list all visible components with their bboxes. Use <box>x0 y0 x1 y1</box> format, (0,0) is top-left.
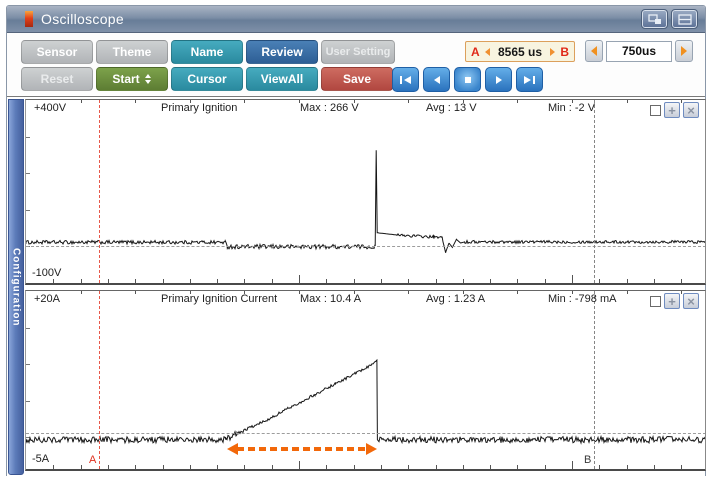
start-button[interactable]: Start <box>96 67 168 91</box>
zero-reference-line <box>26 246 705 247</box>
timebase-increase-button[interactable] <box>675 40 693 62</box>
channel-panel-primary-ignition-current: A B +20A Primary Ignition Current Max : … <box>25 290 706 471</box>
skip-to-end-icon <box>524 75 535 84</box>
channel-close-button[interactable]: × <box>683 293 699 309</box>
channel-zoom-button[interactable]: + <box>664 102 680 118</box>
window-minimize-button[interactable] <box>671 9 698 29</box>
triangle-left-icon <box>591 46 597 56</box>
stat-min: Min : -798 mA <box>548 293 617 305</box>
viewall-button[interactable]: ViewAll <box>246 67 318 91</box>
playback-prev-button[interactable] <box>423 67 450 92</box>
minimize-icon <box>677 13 692 25</box>
channel-title: Primary Ignition <box>161 102 238 114</box>
channel-controls: + × <box>650 293 699 309</box>
waveform-primary-ignition <box>26 150 705 253</box>
app-icon <box>25 11 33 27</box>
zero-reference-line <box>26 433 705 434</box>
channel-controls: + × <box>650 102 699 118</box>
stat-min: Min : -2 V <box>548 102 596 114</box>
theme-button[interactable]: Theme <box>96 40 168 64</box>
toolbar-row-2: Reset Start Cursor ViewAll Save <box>21 67 393 91</box>
cursor-b-label: B <box>560 44 569 59</box>
window-buttons <box>641 9 705 29</box>
window-arrange-button[interactable] <box>641 9 668 29</box>
spinner-up-down-icon <box>144 74 151 84</box>
stop-icon <box>464 76 471 83</box>
titlebar: Oscilloscope <box>7 6 705 33</box>
scale-bottom-label: -100V <box>32 267 62 279</box>
stat-avg: Avg : 13 V <box>426 102 477 114</box>
channel-zoom-button[interactable]: + <box>664 293 680 309</box>
save-button[interactable]: Save <box>321 67 393 91</box>
scale-bottom-label: -5A <box>32 453 50 465</box>
play-icon <box>495 75 502 84</box>
playback-last-button[interactable] <box>516 67 543 92</box>
cursor-b-line[interactable] <box>594 291 595 469</box>
stat-max: Max : 266 V <box>300 102 359 114</box>
scale-top-label: +20A <box>34 293 60 305</box>
skip-to-start-icon <box>400 75 411 84</box>
step-back-icon <box>433 75 440 84</box>
scale-top-label: +400V <box>34 102 67 114</box>
arrow-right-icon <box>550 47 556 56</box>
window-title: Oscilloscope <box>41 11 124 27</box>
scope-area: Configuration +400V Primary Ignition Max… <box>7 96 706 477</box>
cursor-a-tag: A <box>89 454 97 466</box>
timebase-control: 750us <box>585 40 693 62</box>
cursor-a-line[interactable] <box>99 291 100 469</box>
channel-title: Primary Ignition Current <box>161 293 278 305</box>
name-button[interactable]: Name <box>171 40 243 64</box>
review-button[interactable]: Review <box>246 40 318 64</box>
ab-cursor-readout: A 8565 us B <box>465 41 575 62</box>
playback-first-button[interactable] <box>392 67 419 92</box>
playback-play-button[interactable] <box>485 67 512 92</box>
cursor-a-label: A <box>471 44 480 59</box>
channel-close-button[interactable]: × <box>683 102 699 118</box>
oscilloscope-window: Oscilloscope Sensor Theme Name Review Us… <box>6 5 706 477</box>
user-setting-button[interactable]: User Setting <box>321 40 395 64</box>
triangle-right-icon <box>681 46 687 56</box>
playback-stop-button[interactable] <box>454 67 481 92</box>
reset-button[interactable]: Reset <box>21 67 93 91</box>
timebase-value[interactable]: 750us <box>606 40 672 62</box>
toolbar: Sensor Theme Name Review User Setting Re… <box>7 33 705 95</box>
channel-visibility-checkbox[interactable] <box>650 104 661 116</box>
timebase-decrease-button[interactable] <box>585 40 603 62</box>
configuration-tab[interactable]: Configuration <box>8 99 24 475</box>
cursor-a-line[interactable] <box>99 100 100 283</box>
dwell-time-arrow <box>227 443 377 455</box>
sensor-button[interactable]: Sensor <box>21 40 93 64</box>
stat-max: Max : 10.4 A <box>300 293 362 305</box>
channel-visibility-checkbox[interactable] <box>650 295 661 307</box>
start-button-label: Start <box>112 72 140 86</box>
ab-delta-value: 8565 us <box>497 44 543 59</box>
toolbar-row-1: Sensor Theme Name Review User Setting <box>21 40 395 64</box>
cursor-b-line[interactable] <box>594 100 595 283</box>
screen: Oscilloscope Sensor Theme Name Review Us… <box>0 0 713 480</box>
stat-avg: Avg : 1.23 A <box>426 293 486 305</box>
cursor-button[interactable]: Cursor <box>171 67 243 91</box>
window-arrange-icon <box>647 13 661 24</box>
arrow-left-icon <box>484 47 490 56</box>
playback-controls <box>392 67 543 92</box>
channel-panel-primary-ignition: +400V Primary Ignition Max : 266 V Avg :… <box>25 99 706 285</box>
cursor-b-tag: B <box>584 454 592 466</box>
